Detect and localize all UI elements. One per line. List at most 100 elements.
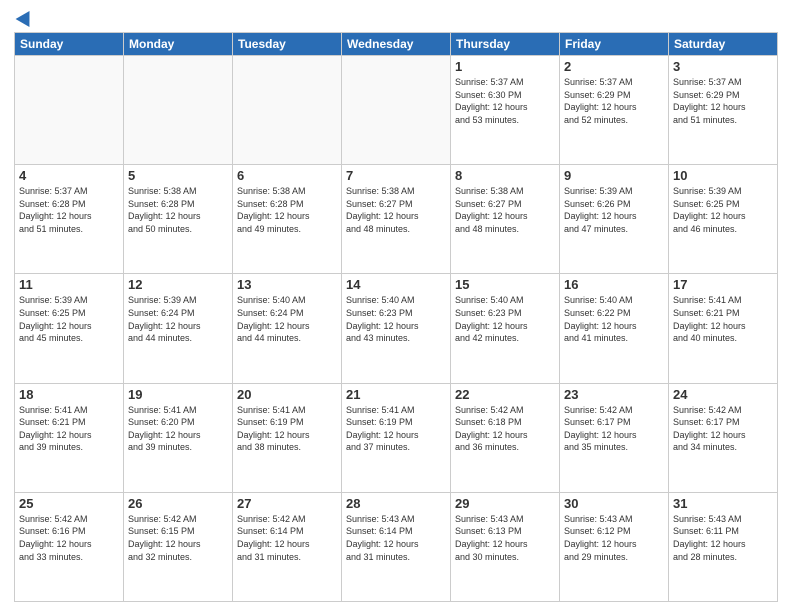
day-number: 6 [237, 168, 337, 183]
calendar-cell: 17Sunrise: 5:41 AM Sunset: 6:21 PM Dayli… [669, 274, 778, 383]
day-info: Sunrise: 5:38 AM Sunset: 6:28 PM Dayligh… [237, 185, 337, 235]
calendar-header-row: SundayMondayTuesdayWednesdayThursdayFrid… [15, 33, 778, 56]
calendar-week-3: 11 Sunrise: 5:39 AM Sunset: 6:25 PM Dayli… [15, 274, 778, 383]
day-number: 31 [673, 496, 773, 511]
day-info: Sunrise: 5:40 AM Sunset: 6:24 PM Dayligh… [237, 294, 337, 344]
calendar-week-2: 4 Sunrise: 5:37 AM Sunset: 6:28 PM Daylig… [15, 165, 778, 274]
calendar-week-5: 25Sunrise: 5:42 AM Sunset: 6:16 PM Dayli… [15, 492, 778, 601]
calendar-header-thursday: Thursday [451, 33, 560, 56]
day-number: 26 [128, 496, 228, 511]
day-number: 19 [128, 387, 228, 402]
day-info: Sunrise: 5:40 AM Sunset: 6:23 PM Dayligh… [455, 294, 555, 344]
day-info: Sunrise: 5:43 AM Sunset: 6:12 PM Dayligh… [564, 513, 664, 563]
day-info: Sunrise: 5:43 AM Sunset: 6:14 PM Dayligh… [346, 513, 446, 563]
calendar-cell: 25Sunrise: 5:42 AM Sunset: 6:16 PM Dayli… [15, 492, 124, 601]
calendar-cell: 3 Sunrise: 5:37 AM Sunset: 6:29 PM Daylig… [669, 56, 778, 165]
calendar-cell: 5 Sunrise: 5:38 AM Sunset: 6:28 PM Daylig… [124, 165, 233, 274]
day-number: 20 [237, 387, 337, 402]
calendar-cell: 29Sunrise: 5:43 AM Sunset: 6:13 PM Dayli… [451, 492, 560, 601]
day-number: 13 [237, 277, 337, 292]
day-number: 15 [455, 277, 555, 292]
calendar-cell: 31 Sunrise: 5:43 AM Sunset: 6:11 PM Dayli… [669, 492, 778, 601]
logo-triangle-icon [16, 7, 37, 27]
day-info: Sunrise: 5:40 AM Sunset: 6:23 PM Dayligh… [346, 294, 446, 344]
day-info: Sunrise: 5:40 AM Sunset: 6:22 PM Dayligh… [564, 294, 664, 344]
calendar-header-monday: Monday [124, 33, 233, 56]
day-info: Sunrise: 5:42 AM Sunset: 6:14 PM Dayligh… [237, 513, 337, 563]
calendar-cell: 14 Sunrise: 5:40 AM Sunset: 6:23 PM Dayli… [342, 274, 451, 383]
day-number: 22 [455, 387, 555, 402]
logo [14, 10, 34, 24]
calendar-cell: 28 Sunrise: 5:43 AM Sunset: 6:14 PM Dayli… [342, 492, 451, 601]
day-info: Sunrise: 5:41 AM Sunset: 6:20 PM Dayligh… [128, 404, 228, 454]
calendar-cell: 2 Sunrise: 5:37 AM Sunset: 6:29 PM Daylig… [560, 56, 669, 165]
day-number: 28 [346, 496, 446, 511]
day-info: Sunrise: 5:39 AM Sunset: 6:24 PM Dayligh… [128, 294, 228, 344]
calendar-week-4: 18 Sunrise: 5:41 AM Sunset: 6:21 PM Dayli… [15, 383, 778, 492]
day-number: 7 [346, 168, 446, 183]
header [14, 10, 778, 24]
calendar-week-1: 1 Sunrise: 5:37 AM Sunset: 6:30 PM Daylig… [15, 56, 778, 165]
day-number: 21 [346, 387, 446, 402]
calendar-cell [233, 56, 342, 165]
day-info: Sunrise: 5:39 AM Sunset: 6:25 PM Dayligh… [673, 185, 773, 235]
calendar-cell: 26Sunrise: 5:42 AM Sunset: 6:15 PM Dayli… [124, 492, 233, 601]
day-number: 9 [564, 168, 664, 183]
day-number: 14 [346, 277, 446, 292]
calendar-cell: 1 Sunrise: 5:37 AM Sunset: 6:30 PM Daylig… [451, 56, 560, 165]
calendar-cell: 27 Sunrise: 5:42 AM Sunset: 6:14 PM Dayli… [233, 492, 342, 601]
day-info: Sunrise: 5:37 AM Sunset: 6:29 PM Dayligh… [564, 76, 664, 126]
calendar-cell: 4 Sunrise: 5:37 AM Sunset: 6:28 PM Daylig… [15, 165, 124, 274]
calendar-cell: 21Sunrise: 5:41 AM Sunset: 6:19 PM Dayli… [342, 383, 451, 492]
day-info: Sunrise: 5:37 AM Sunset: 6:30 PM Dayligh… [455, 76, 555, 126]
day-info: Sunrise: 5:41 AM Sunset: 6:21 PM Dayligh… [19, 404, 119, 454]
page: SundayMondayTuesdayWednesdayThursdayFrid… [0, 0, 792, 612]
day-number: 1 [455, 59, 555, 74]
day-number: 3 [673, 59, 773, 74]
day-number: 10 [673, 168, 773, 183]
day-number: 25 [19, 496, 119, 511]
calendar-cell: 12 Sunrise: 5:39 AM Sunset: 6:24 PM Dayli… [124, 274, 233, 383]
day-info: Sunrise: 5:38 AM Sunset: 6:28 PM Dayligh… [128, 185, 228, 235]
calendar-cell: 15 Sunrise: 5:40 AM Sunset: 6:23 PM Dayli… [451, 274, 560, 383]
calendar-cell: 23Sunrise: 5:42 AM Sunset: 6:17 PM Dayli… [560, 383, 669, 492]
day-number: 11 [19, 277, 119, 292]
day-info: Sunrise: 5:38 AM Sunset: 6:27 PM Dayligh… [346, 185, 446, 235]
calendar-cell: 30 Sunrise: 5:43 AM Sunset: 6:12 PM Dayli… [560, 492, 669, 601]
calendar-cell: 24Sunrise: 5:42 AM Sunset: 6:17 PM Dayli… [669, 383, 778, 492]
calendar-cell [124, 56, 233, 165]
day-number: 2 [564, 59, 664, 74]
calendar-cell: 6 Sunrise: 5:38 AM Sunset: 6:28 PM Daylig… [233, 165, 342, 274]
day-number: 27 [237, 496, 337, 511]
calendar-cell: 10 Sunrise: 5:39 AM Sunset: 6:25 PM Dayli… [669, 165, 778, 274]
day-info: Sunrise: 5:42 AM Sunset: 6:18 PM Dayligh… [455, 404, 555, 454]
day-info: Sunrise: 5:41 AM Sunset: 6:19 PM Dayligh… [237, 404, 337, 454]
calendar-header-tuesday: Tuesday [233, 33, 342, 56]
calendar-cell: 11 Sunrise: 5:39 AM Sunset: 6:25 PM Dayli… [15, 274, 124, 383]
day-number: 24 [673, 387, 773, 402]
day-number: 5 [128, 168, 228, 183]
day-number: 18 [19, 387, 119, 402]
day-info: Sunrise: 5:38 AM Sunset: 6:27 PM Dayligh… [455, 185, 555, 235]
day-info: Sunrise: 5:39 AM Sunset: 6:25 PM Dayligh… [19, 294, 119, 344]
calendar-cell: 18 Sunrise: 5:41 AM Sunset: 6:21 PM Dayli… [15, 383, 124, 492]
day-number: 4 [19, 168, 119, 183]
calendar-header-sunday: Sunday [15, 33, 124, 56]
day-info: Sunrise: 5:43 AM Sunset: 6:13 PM Dayligh… [455, 513, 555, 563]
calendar-table: SundayMondayTuesdayWednesdayThursdayFrid… [14, 32, 778, 602]
calendar-cell: 20 Sunrise: 5:41 AM Sunset: 6:19 PM Dayli… [233, 383, 342, 492]
day-info: Sunrise: 5:37 AM Sunset: 6:28 PM Dayligh… [19, 185, 119, 235]
day-number: 8 [455, 168, 555, 183]
calendar-cell: 13 Sunrise: 5:40 AM Sunset: 6:24 PM Dayli… [233, 274, 342, 383]
calendar-cell: 16Sunrise: 5:40 AM Sunset: 6:22 PM Dayli… [560, 274, 669, 383]
day-number: 12 [128, 277, 228, 292]
calendar-cell [15, 56, 124, 165]
day-info: Sunrise: 5:43 AM Sunset: 6:11 PM Dayligh… [673, 513, 773, 563]
day-info: Sunrise: 5:42 AM Sunset: 6:17 PM Dayligh… [564, 404, 664, 454]
calendar-cell: 8 Sunrise: 5:38 AM Sunset: 6:27 PM Daylig… [451, 165, 560, 274]
day-info: Sunrise: 5:37 AM Sunset: 6:29 PM Dayligh… [673, 76, 773, 126]
day-info: Sunrise: 5:39 AM Sunset: 6:26 PM Dayligh… [564, 185, 664, 235]
calendar-header-wednesday: Wednesday [342, 33, 451, 56]
day-number: 30 [564, 496, 664, 511]
calendar-cell: 9 Sunrise: 5:39 AM Sunset: 6:26 PM Daylig… [560, 165, 669, 274]
